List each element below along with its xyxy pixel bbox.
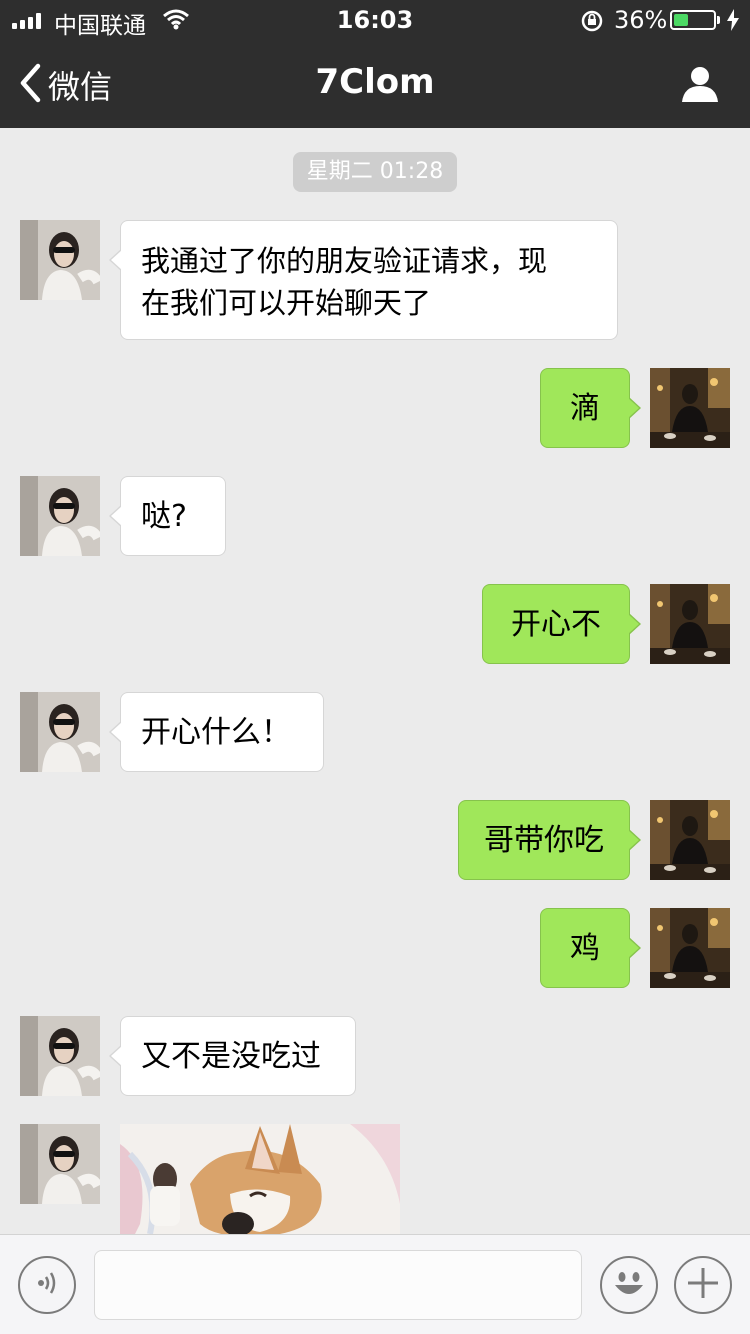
contact-avatar[interactable] [20,1124,100,1204]
battery-icon [670,10,716,30]
my-avatar[interactable] [650,584,730,664]
message-bubble-outgoing[interactable]: 哥带你吃 [458,800,641,880]
message-bubble-incoming[interactable]: 开心什么！ [109,692,324,772]
orientation-lock-icon [580,9,604,39]
add-icon [685,1265,721,1305]
contact-avatar[interactable] [20,692,100,772]
emoji-button[interactable] [600,1256,658,1314]
chat-area[interactable]: 星期二 01:28 我通过了你的朋友验证请求，现 在我们可以开始聊天了 滴 哒?… [0,128,750,1234]
add-button[interactable] [674,1256,732,1314]
nav-bar: 微信 7Clom [0,40,750,128]
top-bar: 中国联通 16:03 36% 微信 7Clom [0,0,750,128]
contact-avatar[interactable] [20,476,100,556]
message-bubble-incoming[interactable]: 哒? [109,476,226,556]
battery-percent: 36% [614,6,668,34]
message-bubble-outgoing[interactable]: 开心不 [482,584,641,664]
input-bar [0,1234,750,1334]
contact-avatar[interactable] [20,220,100,300]
message-bubble-incoming[interactable]: 我通过了你的朋友验证请求，现 在我们可以开始聊天了 [109,220,618,340]
my-avatar[interactable] [650,368,730,448]
battery-level-fill [674,14,688,26]
emoji-icon [607,1261,651,1309]
charging-icon [726,9,740,37]
message-bubble-outgoing[interactable]: 鸡 [540,908,641,988]
contact-avatar[interactable] [20,1016,100,1096]
message-bubble-outgoing[interactable]: 滴 [540,368,641,448]
my-avatar[interactable] [650,908,730,988]
message-input[interactable] [94,1250,582,1320]
status-bar: 中国联通 16:03 36% [0,0,750,40]
chat-title: 7Clom [315,62,435,102]
image-message-corgi[interactable] [120,1124,400,1234]
my-avatar[interactable] [650,800,730,880]
voice-button[interactable] [18,1256,76,1314]
battery-tip [717,16,720,24]
profile-button[interactable] [680,64,720,108]
profile-icon [680,67,720,108]
voice-icon [32,1268,62,1302]
message-bubble-incoming[interactable]: 又不是没吃过 [109,1016,356,1096]
message-timestamp: 星期二 01:28 [293,152,457,192]
